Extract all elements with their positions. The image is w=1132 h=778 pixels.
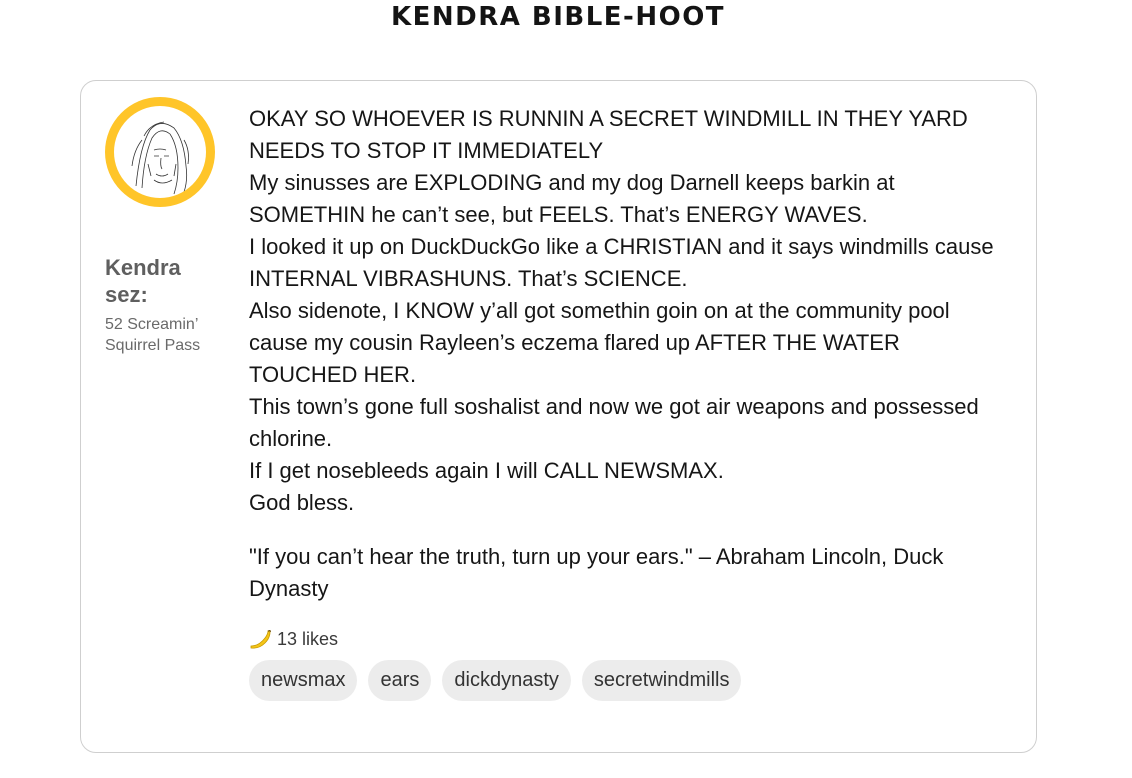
likes-counter[interactable]: 13 likes <box>249 629 1009 650</box>
page-title: KENDRA BIBLE-HOOT <box>390 2 726 32</box>
author-name[interactable]: Kendra sez: <box>105 254 205 308</box>
post-line: OKAY SO WHOEVER IS RUNNIN A SECRET WINDM… <box>249 106 974 163</box>
portrait-sketch-icon <box>114 106 206 198</box>
post-line: I looked it up on DuckDuckGo like a CHRI… <box>249 234 1000 291</box>
post-body: OKAY SO WHOEVER IS RUNNIN A SECRET WINDM… <box>249 103 1009 701</box>
author-address: 52 Screamin’ Squirrel Pass <box>105 316 201 354</box>
likes-label: 13 likes <box>277 629 339 649</box>
post-line: My sinusses are EXPLODING and my dog Dar… <box>249 170 901 227</box>
post-line: If I get nosebleeds again I will CALL NE… <box>249 458 724 483</box>
post-line: Also sidenote, I KNOW y’all got somethin… <box>249 298 956 387</box>
tag-newsmax[interactable]: newsmax <box>249 660 358 701</box>
avatar[interactable] <box>105 97 215 207</box>
author-panel: Kendra sez: 52 Screamin’ Squirrel Pass <box>105 97 235 356</box>
post-card: Kendra sez: 52 Screamin’ Squirrel Pass O… <box>80 80 1037 753</box>
tag-dickdynasty[interactable]: dickdynasty <box>442 660 571 701</box>
post-quote: "If you can’t hear the truth, turn up yo… <box>249 544 944 601</box>
post-line: God bless. <box>249 490 355 515</box>
post-line: This town’s gone full soshalist and now … <box>249 394 985 451</box>
tag-list: newsmax ears dickdynasty secretwindmills <box>249 660 1009 701</box>
banana-icon <box>249 629 271 650</box>
tag-ears[interactable]: ears <box>368 660 432 701</box>
tag-secretwindmills[interactable]: secretwindmills <box>581 660 742 701</box>
